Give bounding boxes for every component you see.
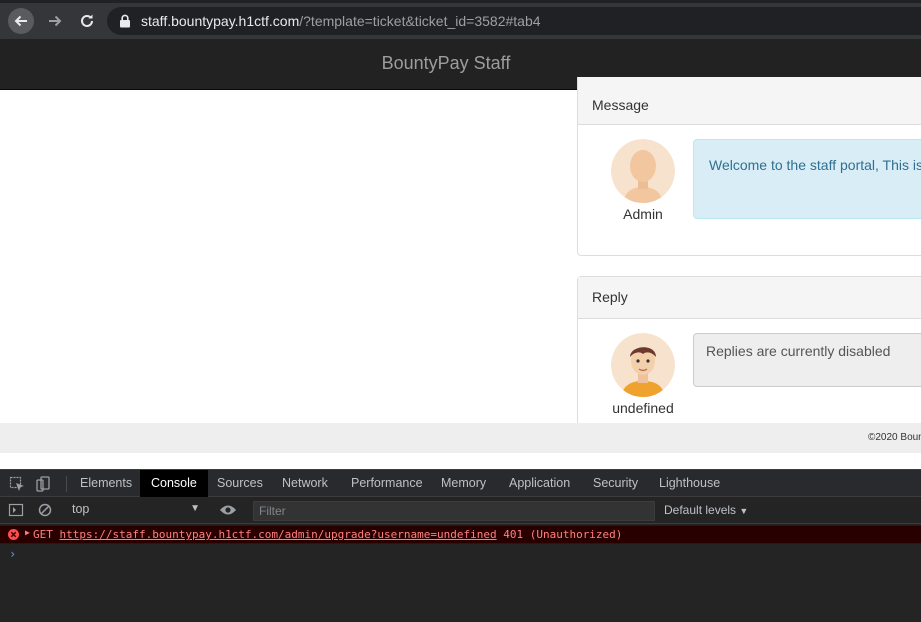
url-host: staff.bountypay.h1ctf.com — [141, 13, 300, 29]
reload-button[interactable] — [74, 8, 100, 34]
error-url-link[interactable]: https://staff.bountypay.h1ctf.com/admin/… — [60, 528, 497, 541]
user-name: undefined — [612, 400, 674, 416]
reload-icon — [81, 14, 93, 27]
device-toolbar-icon[interactable] — [35, 476, 51, 492]
dropdown-caret-icon: ▼ — [190, 503, 200, 514]
url-path: /?template=ticket&ticket_id=3582#tab4 — [299, 13, 541, 29]
clear-console-icon[interactable] — [37, 502, 53, 518]
context-selector[interactable]: top ▼ — [66, 502, 206, 520]
tab-memory[interactable]: Memory — [430, 470, 497, 497]
error-method: GET — [33, 528, 53, 541]
reply-author: undefined — [611, 333, 675, 416]
back-button[interactable] — [8, 8, 34, 34]
copyright: ©2020 Boun — [868, 432, 921, 443]
context-value: top — [72, 502, 90, 516]
error-message: GET https://staff.bountypay.h1ctf.com/ad… — [33, 528, 622, 541]
tab-performance[interactable]: Performance — [340, 470, 434, 497]
eye-icon[interactable] — [219, 503, 237, 517]
console-error-row[interactable]: ▶ GET https://staff.bountypay.h1ctf.com/… — [0, 525, 921, 544]
tab-application[interactable]: Application — [498, 470, 581, 497]
levels-caret-icon: ▼ — [739, 506, 749, 516]
forward-button[interactable] — [42, 8, 68, 34]
message-panel-heading: Message — [578, 77, 921, 125]
reply-panel: Reply undefined Replies are currently di… — [577, 276, 921, 436]
arrow-left-icon — [14, 15, 27, 27]
arrow-right-icon — [49, 15, 62, 27]
devtools-gap — [0, 453, 921, 469]
browser-toolbar: staff.bountypay.h1ctf.com/?template=tick… — [0, 3, 921, 39]
lock-icon — [120, 14, 130, 28]
console-filter-input[interactable]: Filter — [253, 501, 655, 521]
devtools-panel: Elements Console Sources Network Perform… — [0, 453, 921, 622]
url-text: staff.bountypay.h1ctf.com/?template=tick… — [141, 13, 541, 29]
web-page: BountyPay Staff Message Admin Welcome to… — [0, 39, 921, 453]
log-levels-dropdown[interactable]: Default levels ▼ — [664, 503, 748, 517]
error-icon — [8, 529, 19, 540]
error-status: 401 (Unauthorized) — [503, 528, 623, 541]
admin-author: Admin — [611, 139, 675, 222]
tab-sources[interactable]: Sources — [206, 470, 274, 497]
log-levels-label: Default levels — [664, 503, 737, 517]
tab-console[interactable]: Console — [140, 470, 208, 497]
tab-elements[interactable]: Elements — [69, 470, 143, 497]
expand-triangle-icon[interactable]: ▶ — [25, 528, 30, 537]
tab-lighthouse[interactable]: Lighthouse — [648, 470, 731, 497]
footer: ©2020 Boun — [0, 423, 921, 453]
inspect-element-icon[interactable] — [9, 476, 25, 492]
brand-title[interactable]: BountyPay Staff — [0, 53, 892, 74]
reply-textarea[interactable]: Replies are currently disabled — [693, 333, 921, 387]
admin-avatar — [611, 139, 675, 203]
user-avatar — [611, 333, 675, 397]
sidebar-toggle-icon[interactable] — [8, 502, 24, 518]
message-text: Welcome to the staff portal, This is — [693, 139, 921, 219]
message-panel: Message Admin Welcome to the staff porta… — [577, 77, 921, 256]
tab-network[interactable]: Network — [271, 470, 339, 497]
devtools-tabbar: Elements Console Sources Network Perform… — [0, 469, 921, 497]
console-prompt[interactable]: › — [9, 547, 16, 561]
tab-security[interactable]: Security — [582, 470, 649, 497]
devtools-separator — [66, 476, 67, 492]
admin-name: Admin — [623, 206, 663, 222]
console-toolbar: top ▼ Filter Default levels ▼ — [0, 497, 921, 524]
address-bar[interactable]: staff.bountypay.h1ctf.com/?template=tick… — [107, 7, 921, 35]
reply-panel-heading: Reply — [578, 277, 921, 319]
